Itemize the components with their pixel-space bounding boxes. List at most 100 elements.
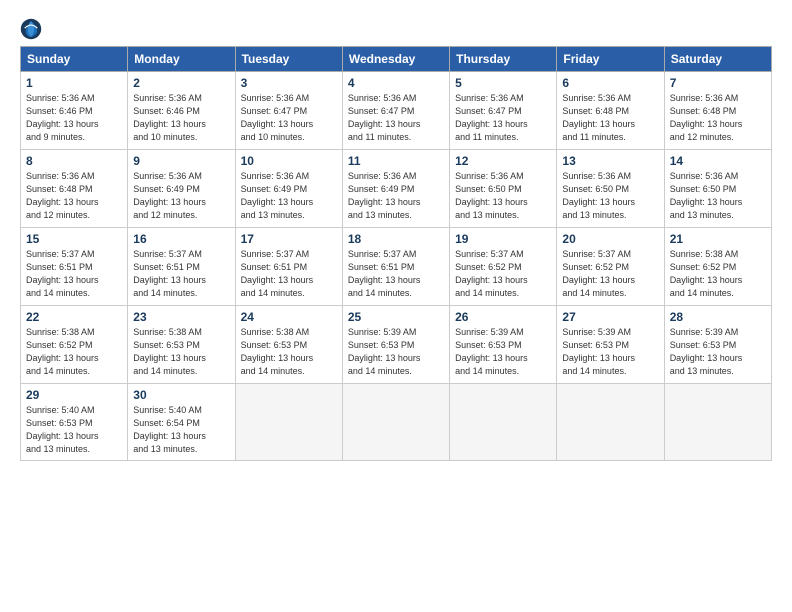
day-number: 5 bbox=[455, 76, 551, 90]
calendar-cell: 16Sunrise: 5:37 AM Sunset: 6:51 PM Dayli… bbox=[128, 228, 235, 306]
day-number: 16 bbox=[133, 232, 229, 246]
day-info: Sunrise: 5:39 AM Sunset: 6:53 PM Dayligh… bbox=[562, 326, 658, 378]
calendar-cell: 12Sunrise: 5:36 AM Sunset: 6:50 PM Dayli… bbox=[450, 150, 557, 228]
calendar-cell: 25 Sunrise: 5:39 AM Sunset: 6:53 PM Dayli… bbox=[342, 306, 449, 384]
header-saturday: Saturday bbox=[664, 47, 771, 72]
week-row-1: 1 Sunrise: 5:36 AM Sunset: 6:46 PM Daylig… bbox=[21, 72, 772, 150]
day-info: Sunrise: 5:36 AM Sunset: 6:48 PM Dayligh… bbox=[670, 92, 766, 144]
day-info: Sunrise: 5:36 AM Sunset: 6:47 PM Dayligh… bbox=[241, 92, 337, 144]
day-number: 25 bbox=[348, 310, 444, 324]
day-number: 30 bbox=[133, 388, 229, 402]
day-number: 8 bbox=[26, 154, 122, 168]
day-number: 1 bbox=[26, 76, 122, 90]
day-number: 29 bbox=[26, 388, 122, 402]
logo bbox=[20, 18, 46, 40]
calendar-cell: 22Sunrise: 5:38 AM Sunset: 6:52 PM Dayli… bbox=[21, 306, 128, 384]
day-info: Sunrise: 5:38 AM Sunset: 6:53 PM Dayligh… bbox=[241, 326, 337, 378]
calendar-cell: 4 Sunrise: 5:36 AM Sunset: 6:47 PM Daylig… bbox=[342, 72, 449, 150]
calendar-cell: 5 Sunrise: 5:36 AM Sunset: 6:47 PM Daylig… bbox=[450, 72, 557, 150]
day-info: Sunrise: 5:36 AM Sunset: 6:49 PM Dayligh… bbox=[241, 170, 337, 222]
day-info: Sunrise: 5:36 AM Sunset: 6:47 PM Dayligh… bbox=[455, 92, 551, 144]
day-number: 26 bbox=[455, 310, 551, 324]
day-info: Sunrise: 5:36 AM Sunset: 6:46 PM Dayligh… bbox=[133, 92, 229, 144]
day-info: Sunrise: 5:39 AM Sunset: 6:53 PM Dayligh… bbox=[348, 326, 444, 378]
day-info: Sunrise: 5:36 AM Sunset: 6:47 PM Dayligh… bbox=[348, 92, 444, 144]
day-info: Sunrise: 5:36 AM Sunset: 6:46 PM Dayligh… bbox=[26, 92, 122, 144]
day-number: 7 bbox=[670, 76, 766, 90]
header-tuesday: Tuesday bbox=[235, 47, 342, 72]
day-number: 6 bbox=[562, 76, 658, 90]
header-monday: Monday bbox=[128, 47, 235, 72]
day-number: 28 bbox=[670, 310, 766, 324]
day-number: 23 bbox=[133, 310, 229, 324]
calendar-cell: 26 Sunrise: 5:39 AM Sunset: 6:53 PM Dayli… bbox=[450, 306, 557, 384]
day-info: Sunrise: 5:39 AM Sunset: 6:53 PM Dayligh… bbox=[455, 326, 551, 378]
weekday-header-row: Sunday Monday Tuesday Wednesday Thursday… bbox=[21, 47, 772, 72]
day-number: 27 bbox=[562, 310, 658, 324]
day-info: Sunrise: 5:36 AM Sunset: 6:48 PM Dayligh… bbox=[562, 92, 658, 144]
calendar-cell: 8 Sunrise: 5:36 AM Sunset: 6:48 PM Daylig… bbox=[21, 150, 128, 228]
calendar-cell: 3 Sunrise: 5:36 AM Sunset: 6:47 PM Daylig… bbox=[235, 72, 342, 150]
day-info: Sunrise: 5:36 AM Sunset: 6:49 PM Dayligh… bbox=[133, 170, 229, 222]
calendar-cell bbox=[664, 384, 771, 461]
calendar-cell: 21Sunrise: 5:38 AM Sunset: 6:52 PM Dayli… bbox=[664, 228, 771, 306]
calendar-cell: 23 Sunrise: 5:38 AM Sunset: 6:53 PM Dayli… bbox=[128, 306, 235, 384]
day-info: Sunrise: 5:38 AM Sunset: 6:53 PM Dayligh… bbox=[133, 326, 229, 378]
calendar-cell: 10 Sunrise: 5:36 AM Sunset: 6:49 PM Dayli… bbox=[235, 150, 342, 228]
calendar-cell: 7 Sunrise: 5:36 AM Sunset: 6:48 PM Daylig… bbox=[664, 72, 771, 150]
calendar-cell bbox=[235, 384, 342, 461]
calendar-cell: 13 Sunrise: 5:36 AM Sunset: 6:50 PM Dayli… bbox=[557, 150, 664, 228]
header bbox=[20, 18, 772, 40]
calendar-cell: 19 Sunrise: 5:37 AM Sunset: 6:52 PM Dayli… bbox=[450, 228, 557, 306]
day-info: Sunrise: 5:37 AM Sunset: 6:51 PM Dayligh… bbox=[26, 248, 122, 300]
calendar-cell: 18Sunrise: 5:37 AM Sunset: 6:51 PM Dayli… bbox=[342, 228, 449, 306]
day-info: Sunrise: 5:40 AM Sunset: 6:53 PM Dayligh… bbox=[26, 404, 122, 456]
day-info: Sunrise: 5:38 AM Sunset: 6:52 PM Dayligh… bbox=[670, 248, 766, 300]
calendar-cell bbox=[342, 384, 449, 461]
calendar-cell: 27 Sunrise: 5:39 AM Sunset: 6:53 PM Dayli… bbox=[557, 306, 664, 384]
day-number: 4 bbox=[348, 76, 444, 90]
day-info: Sunrise: 5:36 AM Sunset: 6:50 PM Dayligh… bbox=[455, 170, 551, 222]
day-number: 10 bbox=[241, 154, 337, 168]
day-number: 18 bbox=[348, 232, 444, 246]
day-info: Sunrise: 5:39 AM Sunset: 6:53 PM Dayligh… bbox=[670, 326, 766, 378]
calendar-table: Sunday Monday Tuesday Wednesday Thursday… bbox=[20, 46, 772, 461]
day-number: 20 bbox=[562, 232, 658, 246]
header-sunday: Sunday bbox=[21, 47, 128, 72]
calendar-cell: 20 Sunrise: 5:37 AM Sunset: 6:52 PM Dayli… bbox=[557, 228, 664, 306]
day-info: Sunrise: 5:38 AM Sunset: 6:52 PM Dayligh… bbox=[26, 326, 122, 378]
header-wednesday: Wednesday bbox=[342, 47, 449, 72]
day-number: 11 bbox=[348, 154, 444, 168]
calendar-cell: 17Sunrise: 5:37 AM Sunset: 6:51 PM Dayli… bbox=[235, 228, 342, 306]
day-number: 9 bbox=[133, 154, 229, 168]
day-number: 19 bbox=[455, 232, 551, 246]
calendar-cell: 6 Sunrise: 5:36 AM Sunset: 6:48 PM Daylig… bbox=[557, 72, 664, 150]
page: Sunday Monday Tuesday Wednesday Thursday… bbox=[0, 0, 792, 612]
header-thursday: Thursday bbox=[450, 47, 557, 72]
calendar-cell: 24 Sunrise: 5:38 AM Sunset: 6:53 PM Dayli… bbox=[235, 306, 342, 384]
week-row-5: 29 Sunrise: 5:40 AM Sunset: 6:53 PM Dayli… bbox=[21, 384, 772, 461]
calendar-cell: 28 Sunrise: 5:39 AM Sunset: 6:53 PM Dayli… bbox=[664, 306, 771, 384]
logo-icon bbox=[20, 18, 42, 40]
header-friday: Friday bbox=[557, 47, 664, 72]
day-info: Sunrise: 5:40 AM Sunset: 6:54 PM Dayligh… bbox=[133, 404, 229, 456]
day-number: 13 bbox=[562, 154, 658, 168]
week-row-2: 8 Sunrise: 5:36 AM Sunset: 6:48 PM Daylig… bbox=[21, 150, 772, 228]
calendar-cell: 2 Sunrise: 5:36 AM Sunset: 6:46 PM Daylig… bbox=[128, 72, 235, 150]
calendar-cell: 30 Sunrise: 5:40 AM Sunset: 6:54 PM Dayli… bbox=[128, 384, 235, 461]
calendar-cell bbox=[557, 384, 664, 461]
day-number: 2 bbox=[133, 76, 229, 90]
day-info: Sunrise: 5:36 AM Sunset: 6:48 PM Dayligh… bbox=[26, 170, 122, 222]
calendar-cell: 11 Sunrise: 5:36 AM Sunset: 6:49 PM Dayli… bbox=[342, 150, 449, 228]
calendar-cell: 15Sunrise: 5:37 AM Sunset: 6:51 PM Dayli… bbox=[21, 228, 128, 306]
day-number: 14 bbox=[670, 154, 766, 168]
day-number: 17 bbox=[241, 232, 337, 246]
day-info: Sunrise: 5:37 AM Sunset: 6:52 PM Dayligh… bbox=[562, 248, 658, 300]
calendar-cell: 14Sunrise: 5:36 AM Sunset: 6:50 PM Dayli… bbox=[664, 150, 771, 228]
day-info: Sunrise: 5:37 AM Sunset: 6:52 PM Dayligh… bbox=[455, 248, 551, 300]
day-number: 3 bbox=[241, 76, 337, 90]
week-row-4: 22Sunrise: 5:38 AM Sunset: 6:52 PM Dayli… bbox=[21, 306, 772, 384]
day-info: Sunrise: 5:36 AM Sunset: 6:50 PM Dayligh… bbox=[562, 170, 658, 222]
day-number: 24 bbox=[241, 310, 337, 324]
day-info: Sunrise: 5:36 AM Sunset: 6:49 PM Dayligh… bbox=[348, 170, 444, 222]
